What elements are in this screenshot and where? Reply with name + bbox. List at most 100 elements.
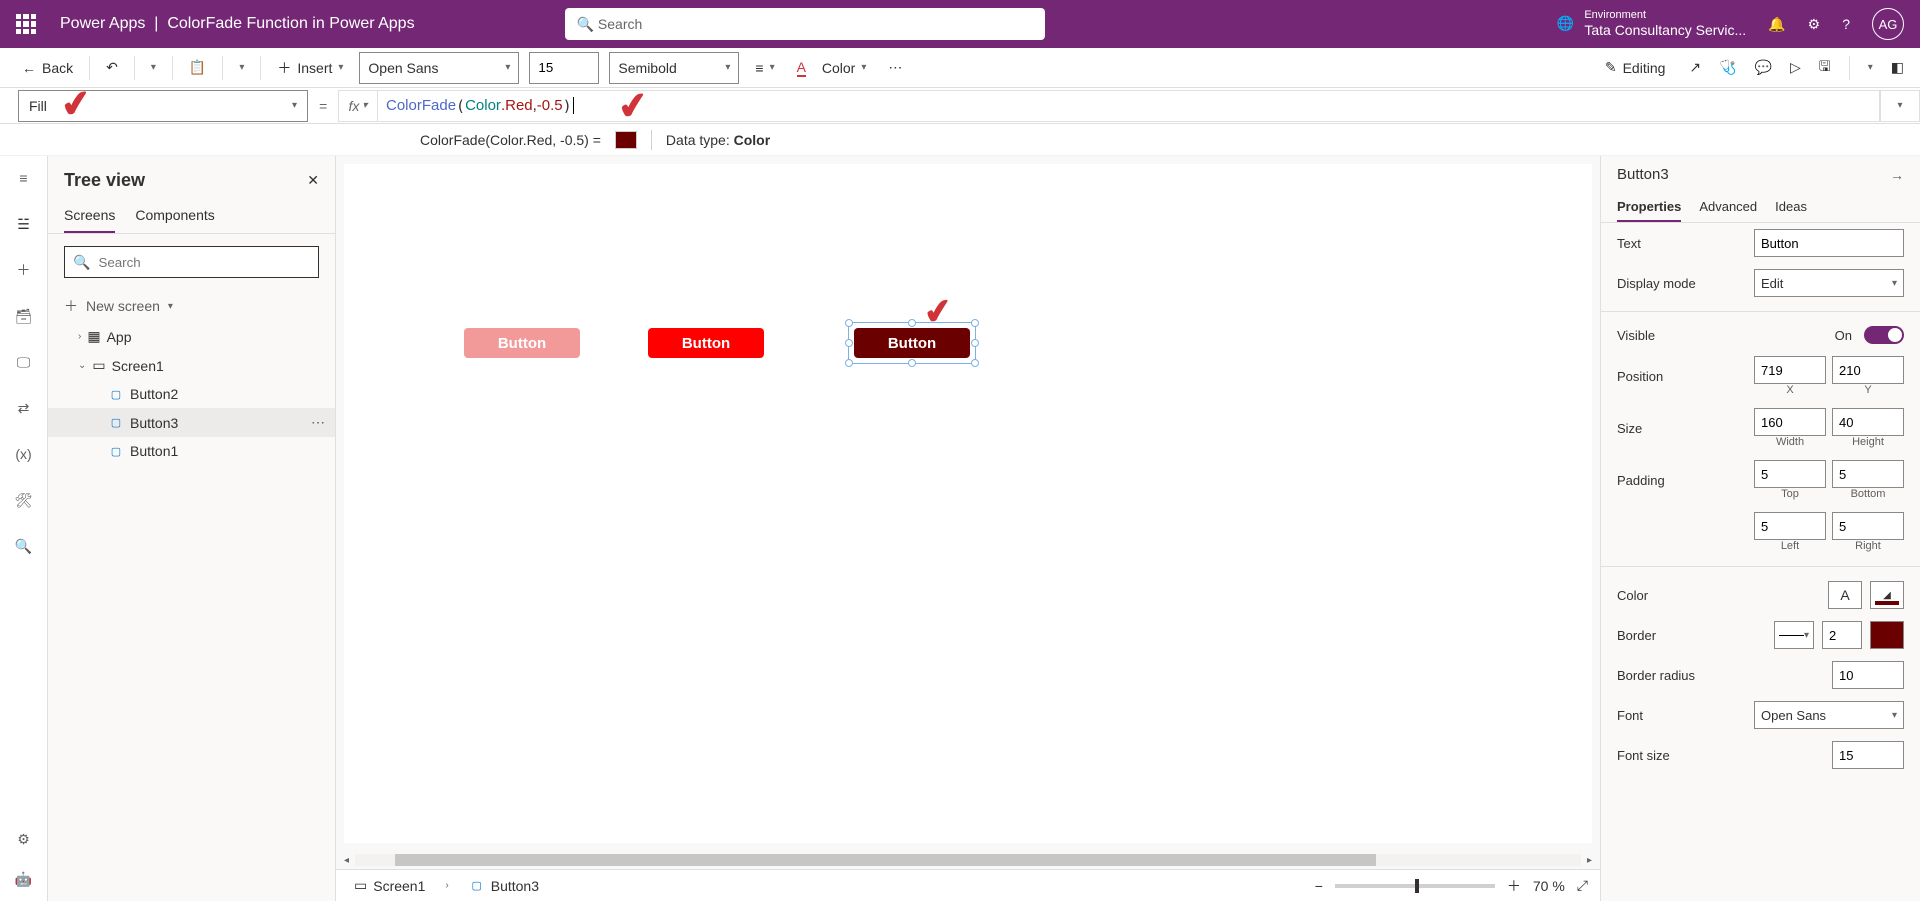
property-select[interactable]: Fill▾ ✔ (18, 90, 308, 122)
annotation-check-icon: ✔ (58, 81, 94, 127)
share-icon[interactable]: ↗ (1689, 59, 1701, 76)
settings-rail-icon[interactable]: ⚙ (14, 829, 34, 849)
next-control-icon[interactable]: → (1890, 167, 1904, 183)
breadcrumb-control[interactable]: ▢Button3 (463, 876, 545, 896)
undo-menu[interactable]: ▾ (145, 58, 162, 77)
new-screen-button[interactable]: ＋New screen▾ (48, 290, 335, 322)
fx-button[interactable]: fx▾ (338, 90, 378, 122)
waffle-icon[interactable] (16, 14, 36, 34)
pad-bottom-input[interactable] (1832, 460, 1904, 488)
design-surface[interactable]: Button Button Button ✔ (344, 164, 1592, 843)
more-icon[interactable]: ⋯ (311, 414, 325, 431)
avatar[interactable]: AG (1872, 8, 1904, 40)
pos-x-input[interactable] (1754, 356, 1826, 384)
properties-panel: Button3 → Properties Advanced Ideas Text… (1600, 156, 1920, 901)
font-color-button[interactable]: A Color▾ (791, 55, 873, 81)
comments-icon[interactable]: 💬 (1755, 59, 1772, 76)
tab-components[interactable]: Components (135, 199, 214, 233)
data-icon[interactable]: 🗃 (14, 306, 34, 326)
hamburger-icon[interactable]: ≡ (14, 168, 34, 188)
pad-left-input[interactable] (1754, 512, 1826, 540)
undo-button[interactable]: ↶ (100, 55, 124, 80)
tab-screens[interactable]: Screens (64, 199, 115, 233)
expand-formula-button[interactable]: ▾ (1880, 90, 1920, 122)
back-button[interactable]: ←Back (16, 56, 79, 80)
bell-icon[interactable]: 🔔 (1768, 16, 1785, 33)
tree-item-app[interactable]: › ▦ App (48, 322, 335, 351)
save-icon[interactable]: 🖫 (1819, 56, 1831, 80)
environment-picker[interactable]: 🌐 Environment Tata Consultancy Servic... (1557, 9, 1746, 39)
close-icon[interactable]: ✕ (307, 172, 319, 189)
tab-properties[interactable]: Properties (1617, 193, 1681, 222)
screen-icon: ▭ (92, 357, 105, 374)
tree-view-icon[interactable]: ☱ (14, 214, 34, 234)
prop-display-mode-select[interactable]: Edit▾ (1754, 269, 1904, 297)
font-color-picker[interactable]: A (1828, 581, 1862, 609)
fit-screen-icon[interactable]: ⤢ (1577, 877, 1588, 894)
arrow-left-icon: ← (22, 60, 36, 76)
insert-icon[interactable]: ＋ (14, 260, 34, 280)
fill-color-picker[interactable]: ◢ (1870, 581, 1904, 609)
horizontal-scrollbar[interactable]: ◂ ▸ (336, 851, 1600, 869)
paste-button[interactable]: 📋 (183, 55, 212, 80)
prop-font-select[interactable]: Open Sans▾ (1754, 701, 1904, 729)
media-icon[interactable]: 🖵 (14, 352, 34, 372)
font-select[interactable]: Open Sans▾ (359, 52, 519, 84)
border-radius-input[interactable] (1832, 661, 1904, 689)
width-input[interactable] (1754, 408, 1826, 436)
font-size-input[interactable] (529, 52, 599, 84)
canvas: Button Button Button ✔ ◂ ▸ ▭Screen1 › ▢B… (336, 156, 1600, 901)
tab-advanced[interactable]: Advanced (1699, 193, 1757, 222)
flows-icon[interactable]: ⇄ (14, 398, 34, 418)
formula-input[interactable]: ColorFade(Color.Red, -0.5) ✔ (378, 90, 1880, 122)
breadcrumb-screen[interactable]: ▭Screen1 (348, 875, 431, 896)
tree-search-input[interactable] (98, 255, 310, 270)
pad-right-input[interactable] (1832, 512, 1904, 540)
play-icon[interactable]: ▷ (1790, 59, 1801, 76)
height-input[interactable] (1832, 408, 1904, 436)
paste-menu[interactable]: ▾ (233, 58, 250, 77)
insert-button[interactable]: ＋Insert▾ (271, 54, 349, 82)
zoom-level: 70 % (1533, 878, 1565, 894)
visible-toggle[interactable] (1864, 326, 1904, 344)
virtual-agent-icon[interactable]: ◧ (1891, 59, 1904, 76)
help-icon[interactable]: ? (1842, 16, 1850, 32)
align-button[interactable]: ≡▾ (749, 56, 780, 80)
zoom-slider[interactable] (1335, 884, 1495, 888)
pad-top-input[interactable] (1754, 460, 1826, 488)
clipboard-icon: 📋 (189, 59, 206, 76)
canvas-button3[interactable]: Button (854, 328, 970, 358)
globe-icon: 🌐 (1557, 15, 1574, 32)
prop-text-input[interactable] (1754, 229, 1904, 257)
variables-icon[interactable]: (x) (14, 444, 34, 464)
border-width-input[interactable] (1822, 621, 1862, 649)
search-rail-icon[interactable]: 🔍 (14, 536, 34, 556)
publish-menu[interactable]: ▾ (1868, 62, 1873, 73)
tree-item-button3[interactable]: ▢Button3 ⋯ (48, 408, 335, 437)
tree-item-screen1[interactable]: ⌄ ▭ Screen1 (48, 351, 335, 380)
zoom-in-button[interactable]: ＋ (1507, 876, 1521, 896)
editing-mode[interactable]: ✎Editing (1599, 55, 1672, 80)
tree-item-button2[interactable]: ▢Button2 (48, 380, 335, 408)
tree-view-title: Tree view (64, 170, 145, 191)
canvas-button2[interactable]: Button (648, 328, 764, 358)
pos-y-input[interactable] (1832, 356, 1904, 384)
zoom-out-button[interactable]: − (1315, 878, 1323, 894)
prop-font-size-input[interactable] (1832, 741, 1904, 769)
font-weight-select[interactable]: Semibold▾ (609, 52, 739, 84)
virtual-agent-rail-icon[interactable]: 🤖 (14, 869, 34, 889)
button-icon: ▢ (108, 443, 124, 459)
gear-icon[interactable]: ⚙ (1808, 16, 1821, 33)
undo-icon: ↶ (106, 59, 118, 76)
tools-icon[interactable]: 🛠 (14, 490, 34, 510)
more-button[interactable]: ⋯ (882, 55, 908, 80)
tab-ideas[interactable]: Ideas (1775, 193, 1807, 222)
global-search[interactable]: 🔍 Search (565, 8, 1045, 40)
tree-item-button1[interactable]: ▢Button1 (48, 437, 335, 465)
tree-search[interactable]: 🔍 (64, 246, 319, 278)
border-style-select[interactable]: ▾ (1774, 621, 1814, 649)
app-icon: ▦ (87, 328, 100, 345)
checker-icon[interactable]: 🩺 (1719, 59, 1736, 76)
canvas-button1[interactable]: Button (464, 328, 580, 358)
border-color-picker[interactable] (1870, 621, 1904, 649)
